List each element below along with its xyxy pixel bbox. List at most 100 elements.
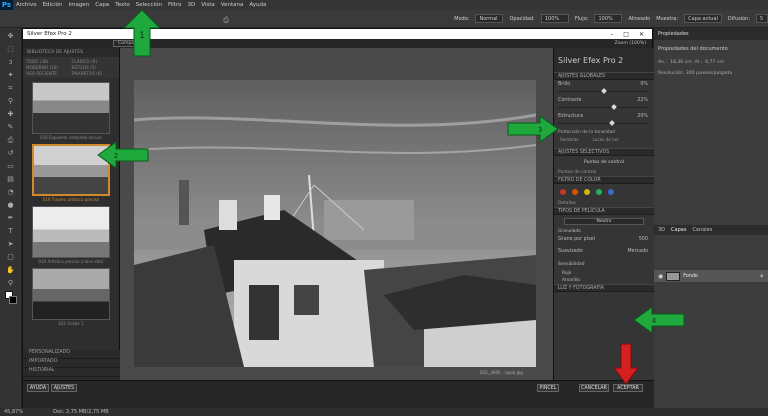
- marquee-tool-icon[interactable]: ⬚: [4, 44, 18, 54]
- preset-thumb-1[interactable]: [32, 82, 110, 134]
- eye-icon[interactable]: ◉: [658, 273, 663, 280]
- slider-suavizado[interactable]: Suavizado Mercado: [554, 247, 654, 259]
- blue-filter-icon[interactable]: [608, 189, 614, 195]
- cat-favoritos[interactable]: FAVORITOS (0): [72, 71, 117, 76]
- eraser-tool-icon[interactable]: ▭: [4, 161, 18, 171]
- lasso-tool-icon[interactable]: ↄ: [4, 57, 18, 67]
- luces-slider[interactable]: Luces de luz: [592, 137, 618, 142]
- brillo-knob[interactable]: [601, 88, 607, 94]
- cancel-button[interactable]: CANCELAR: [579, 384, 609, 392]
- history-brush-icon[interactable]: ↺: [4, 148, 18, 158]
- close-icon[interactable]: ✕: [639, 31, 644, 38]
- menu-imagen[interactable]: Imagen: [65, 2, 92, 8]
- amarillo-slider[interactable]: Amarillo: [554, 277, 654, 284]
- section-selective[interactable]: AJUSTES SELECTIVOS: [554, 148, 654, 156]
- control-points-button[interactable]: Puntos de control: [554, 156, 654, 169]
- menu-ayuda[interactable]: Ayuda: [246, 2, 269, 8]
- mode-select[interactable]: Normal: [475, 14, 504, 23]
- flow-select[interactable]: 100%: [594, 14, 623, 23]
- path-select-icon[interactable]: ➤: [4, 239, 18, 249]
- eyedropper-tool-icon[interactable]: ⚲: [4, 96, 18, 106]
- maximize-icon[interactable]: □: [623, 31, 629, 38]
- zoom-tool-icon[interactable]: ⚲: [4, 278, 18, 288]
- zoom-status[interactable]: 45,87%: [4, 409, 23, 415]
- slider-brillo[interactable]: Brillo 0%: [554, 80, 654, 96]
- orange-filter-icon[interactable]: [572, 189, 578, 195]
- stamp-tool-icon[interactable]: ⎙: [219, 15, 233, 25]
- section-film[interactable]: TIPOS DE PELÍCULA: [554, 207, 654, 215]
- section-curves[interactable]: LUZ Y FOTOGRAFÍA: [554, 284, 654, 292]
- healing-tool-icon[interactable]: ✚: [4, 109, 18, 119]
- sombras-slider[interactable]: Sombras: [560, 137, 578, 142]
- window-titlebar: Silver Efex Pro 2 – □ ✕: [23, 29, 652, 39]
- cat-historial[interactable]: HISTORIAL: [23, 368, 120, 377]
- preset-thumb-4[interactable]: [32, 268, 110, 320]
- red-filter-icon[interactable]: [560, 189, 566, 195]
- tab-canales[interactable]: Canales: [692, 227, 712, 233]
- brush-button[interactable]: PINCEL: [537, 384, 559, 392]
- cat-importado[interactable]: IMPORTADO: [23, 359, 120, 368]
- hand-tool-icon[interactable]: ✋: [4, 265, 18, 275]
- opacity-select[interactable]: 100%: [540, 14, 569, 23]
- cat-clasico[interactable]: CLÁSICO (9): [72, 59, 117, 64]
- zoom-indicator[interactable]: Zoom (100%): [615, 41, 646, 46]
- cat-personalizado[interactable]: PERSONALIZADO: [23, 350, 120, 359]
- settings-button[interactable]: AJUSTES: [51, 384, 77, 392]
- section-global[interactable]: AJUSTES GLOBALES: [554, 72, 654, 80]
- tonal-protection-label: Protección de la tonalidad: [558, 130, 616, 135]
- library-header[interactable]: BIBLIOTECA DE AJUSTES: [23, 48, 119, 57]
- slider-grano[interactable]: Grano por píxel 500: [554, 235, 654, 247]
- help-button[interactable]: AYUDA: [27, 384, 49, 392]
- layer-row[interactable]: ◉ Fondo 🔒︎: [654, 270, 768, 282]
- difusion-select[interactable]: 5: [756, 14, 768, 23]
- blur-tool-icon[interactable]: ◔: [4, 187, 18, 197]
- opacity-label: Opacidad:: [509, 15, 535, 22]
- menu-edicion[interactable]: Edición: [40, 2, 66, 8]
- height-value[interactable]: 6,77 cm: [705, 60, 724, 65]
- green-filter-icon[interactable]: [596, 189, 602, 195]
- wand-tool-icon[interactable]: ✦: [4, 70, 18, 80]
- tab-capas[interactable]: Capas: [671, 227, 686, 233]
- type-tool-icon[interactable]: T: [4, 226, 18, 236]
- tab-properties[interactable]: Propiedades: [654, 28, 768, 40]
- section-color-filter[interactable]: FILTRO DE COLOR: [554, 176, 654, 184]
- minimize-icon[interactable]: –: [610, 31, 613, 38]
- color-filter-swatches: [554, 184, 654, 200]
- yellow-filter-icon[interactable]: [584, 189, 590, 195]
- cat-todo[interactable]: TODO (38): [26, 59, 71, 64]
- tab-3d[interactable]: 3D: [658, 227, 665, 233]
- move-tool-icon[interactable]: ✥: [4, 31, 18, 41]
- color-swatch-icon[interactable]: [4, 291, 18, 305]
- slider-estructura[interactable]: Estructura 20%: [554, 112, 654, 128]
- cat-estilos[interactable]: ESTILOS (5): [72, 65, 117, 70]
- cat-uso-reciente[interactable]: USO RECIENTE: [26, 71, 71, 76]
- muestra-select[interactable]: Capa actual: [684, 14, 722, 23]
- contraste-value: 22%: [637, 98, 648, 103]
- detalles-label[interactable]: Detalles: [554, 200, 654, 207]
- menu-capa[interactable]: Capa: [92, 2, 112, 8]
- stamp-tool-icon[interactable]: ⎙: [4, 135, 18, 145]
- slider-contraste[interactable]: Contraste 22%: [554, 96, 654, 112]
- gradient-tool-icon[interactable]: ▤: [4, 174, 18, 184]
- width-value[interactable]: 18,36 cm: [670, 60, 692, 65]
- crop-tool-icon[interactable]: ⌗: [4, 83, 18, 93]
- bw-photo-preview[interactable]: [134, 80, 536, 367]
- contraste-knob[interactable]: [611, 104, 617, 110]
- shape-tool-icon[interactable]: ▢: [4, 252, 18, 262]
- film-select[interactable]: Neutro: [564, 218, 644, 225]
- estructura-knob[interactable]: [609, 120, 615, 126]
- menu-ventana[interactable]: Ventana: [218, 2, 247, 8]
- sensibilidad-label: Sensibilidad: [558, 262, 585, 267]
- menu-archivo[interactable]: Archivo: [13, 2, 40, 8]
- dodge-tool-icon[interactable]: ●: [4, 200, 18, 210]
- rojo-slider[interactable]: Rojo: [554, 270, 654, 277]
- menu-filtro[interactable]: Filtro: [165, 2, 184, 8]
- brush-tool-icon[interactable]: ✎: [4, 122, 18, 132]
- alineado-checkbox[interactable]: Alineado: [628, 16, 650, 22]
- preset-thumb-3[interactable]: [32, 206, 110, 258]
- cat-moderno[interactable]: MODERNO (10): [26, 65, 71, 70]
- menu-3d[interactable]: 3D: [184, 2, 198, 8]
- pen-tool-icon[interactable]: ✒: [4, 213, 18, 223]
- menu-vista[interactable]: Vista: [198, 2, 218, 8]
- doc-size-status[interactable]: Doc: 2,75 MB/2,75 MB: [53, 409, 109, 415]
